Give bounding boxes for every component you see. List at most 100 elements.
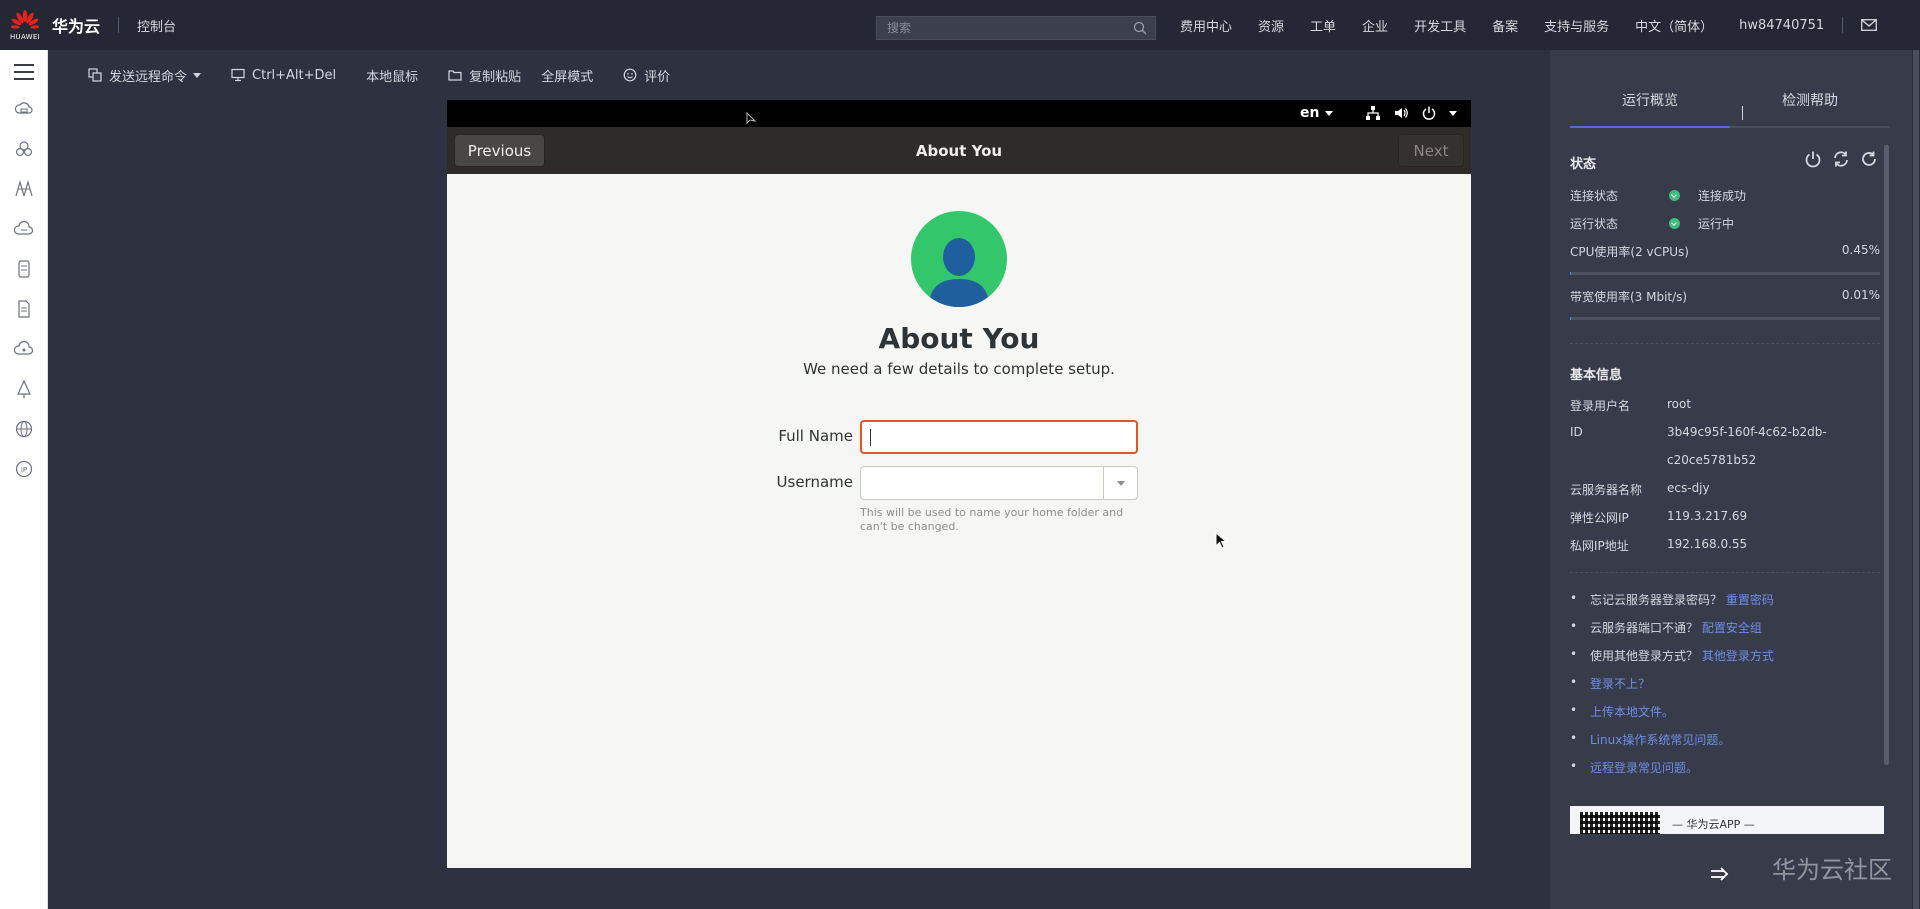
chevron-down-icon[interactable]: [1449, 110, 1457, 116]
menu-icon[interactable]: [13, 64, 34, 80]
login-user-value: root: [1667, 397, 1692, 411]
network-icon[interactable]: [1365, 105, 1381, 121]
brand-name[interactable]: 华为云: [52, 13, 100, 37]
divider: [1570, 572, 1880, 573]
system-tray: [1365, 105, 1457, 121]
nav-tickets[interactable]: 工单: [1310, 16, 1336, 35]
cpu-usage-row: CPU使用率(2 vCPUs) 0.45%: [1570, 243, 1880, 261]
collapse-panel-icon[interactable]: [1710, 866, 1730, 882]
username-hint: This will be used to name your home fold…: [860, 506, 1124, 533]
id-label: ID: [1570, 425, 1583, 439]
vm-screen[interactable]: en Previous About You Next About You We …: [447, 100, 1471, 868]
power-icon[interactable]: [1804, 150, 1822, 168]
next-button[interactable]: Next: [1398, 134, 1464, 167]
previous-button[interactable]: Previous: [454, 134, 545, 167]
bandwidth-usage-bar: [1570, 317, 1880, 320]
connection-status-row: 连接状态 连接成功: [1570, 187, 1880, 205]
avatar[interactable]: [911, 211, 1007, 307]
divider: [1842, 17, 1844, 33]
cloud-server-icon[interactable]: [13, 98, 35, 120]
network-icon[interactable]: [13, 178, 35, 200]
fullscreen-button[interactable]: 全屏模式: [541, 66, 593, 85]
tree-icon[interactable]: [13, 378, 35, 400]
search-input[interactable]: [887, 21, 1117, 35]
copy-paste-button[interactable]: 复制粘贴: [448, 66, 521, 85]
ctrl-alt-del-label: Ctrl+Alt+Del: [252, 67, 337, 83]
tab-overview[interactable]: 运行概览: [1570, 90, 1730, 110]
send-remote-command-button[interactable]: 发送远程命令: [88, 66, 202, 85]
app-banner[interactable]: — 华为云APP —: [1570, 806, 1884, 834]
database-icon[interactable]: [13, 258, 35, 280]
top-nav: 费用中心 资源 工单 企业 开发工具 备案 支持与服务 中文（简体） hw847…: [1180, 0, 1878, 50]
globe-icon[interactable]: [13, 418, 35, 440]
nav-resources[interactable]: 资源: [1258, 16, 1284, 35]
run-status-row: 运行状态 运行中: [1570, 215, 1880, 233]
private-ip-row: 私网IP地址 192.168.0.55: [1570, 537, 1880, 555]
server-name-value: ecs-djy: [1667, 481, 1710, 495]
copy-paste-label: 复制粘贴: [469, 69, 522, 85]
nav-icp[interactable]: 备案: [1492, 16, 1518, 35]
cloud-storage-icon[interactable]: [13, 218, 35, 240]
qr-code-icon: [1580, 812, 1660, 834]
nav-billing[interactable]: 费用中心: [1180, 16, 1232, 35]
panel-scrollbar[interactable]: [1884, 145, 1889, 765]
search-box: [876, 16, 1156, 40]
remote-login-faq-link[interactable]: 远程登录常见问题。: [1590, 761, 1698, 775]
cpu-usage-value: 0.45%: [1841, 243, 1880, 257]
mail-icon[interactable]: [1861, 19, 1878, 31]
app-banner-text: — 华为云APP —: [1672, 818, 1755, 831]
text-cursor: [870, 429, 871, 446]
bandwidth-usage-value: 0.01%: [1841, 288, 1880, 302]
restart-icon[interactable]: [1832, 150, 1850, 168]
language-label: en: [1300, 105, 1320, 121]
nav-language[interactable]: 中文（简体）: [1635, 16, 1713, 35]
nav-support[interactable]: 支持与服务: [1544, 16, 1609, 35]
run-status-value: 运行中: [1698, 217, 1735, 231]
user-account[interactable]: hw84740751: [1739, 18, 1824, 33]
nav-dev-tools[interactable]: 开发工具: [1414, 16, 1466, 35]
power-icon[interactable]: [1421, 105, 1437, 121]
monitor-icon: [231, 68, 245, 82]
active-tab-indicator: [1570, 126, 1730, 128]
eip-row: 弹性公网IP 119.3.217.69: [1570, 509, 1880, 527]
cpu-usage-bar: [1570, 272, 1880, 275]
ctrl-alt-del-button[interactable]: Ctrl+Alt+Del: [231, 68, 336, 83]
security-group-link[interactable]: 配置安全组: [1702, 621, 1762, 635]
private-ip-label: 私网IP地址: [1570, 539, 1629, 553]
linux-faq-link[interactable]: Linux操作系统常见问题。: [1590, 733, 1730, 747]
top-bar: HUAWEI 华为云 控制台 费用中心 资源 工单 企业 开发工具 备案 支持与…: [0, 0, 1920, 50]
huawei-flower-icon: [11, 9, 39, 29]
reset-password-link[interactable]: 重置密码: [1726, 593, 1774, 607]
huawei-logo[interactable]: HUAWEI: [0, 0, 50, 50]
left-sidebar: IP: [0, 50, 48, 909]
local-mouse-button[interactable]: 本地鼠标: [366, 66, 418, 85]
remote-toolbar: 发送远程命令 Ctrl+Alt+Del 本地鼠标 复制粘贴 全屏模式 评价: [48, 50, 1550, 100]
document-icon[interactable]: [13, 298, 35, 320]
console-link[interactable]: 控制台: [137, 16, 176, 35]
right-panel: 运行概览 检测帮助 状态 连接状态 连接成功 运行状态 运行中 CPU使用率(2…: [1550, 50, 1912, 909]
fullscreen-label: 全屏模式: [541, 69, 594, 85]
page-scrollbar[interactable]: [1912, 50, 1920, 909]
ip-icon[interactable]: IP: [13, 458, 35, 480]
cloud-icon[interactable]: [13, 338, 35, 360]
rate-button[interactable]: 评价: [623, 66, 670, 85]
cloud-cluster-icon[interactable]: [13, 138, 35, 160]
username-field[interactable]: [860, 466, 1138, 500]
refresh-icon[interactable]: [1860, 150, 1878, 168]
nav-enterprise[interactable]: 企业: [1362, 16, 1388, 35]
username-dropdown-button[interactable]: [1103, 467, 1137, 499]
tab-help[interactable]: 检测帮助: [1730, 90, 1890, 110]
login-failed-link[interactable]: 登录不上？: [1590, 677, 1650, 691]
eip-label: 弹性公网IP: [1570, 511, 1629, 525]
logo-text: HUAWEI: [9, 32, 40, 41]
search-icon[interactable]: [1133, 21, 1147, 35]
installer-body: About You We need a few details to compl…: [447, 174, 1471, 868]
volume-icon[interactable]: [1393, 105, 1409, 121]
cursor-icon: [746, 112, 757, 125]
language-indicator[interactable]: en: [1300, 105, 1334, 121]
bandwidth-usage-fill: [1570, 317, 1571, 320]
upload-file-link[interactable]: 上传本地文件。: [1590, 705, 1674, 719]
scrollbar-thumb[interactable]: [1913, 50, 1919, 909]
full-name-field[interactable]: [860, 420, 1138, 454]
other-login-link[interactable]: 其他登录方式: [1702, 649, 1774, 663]
